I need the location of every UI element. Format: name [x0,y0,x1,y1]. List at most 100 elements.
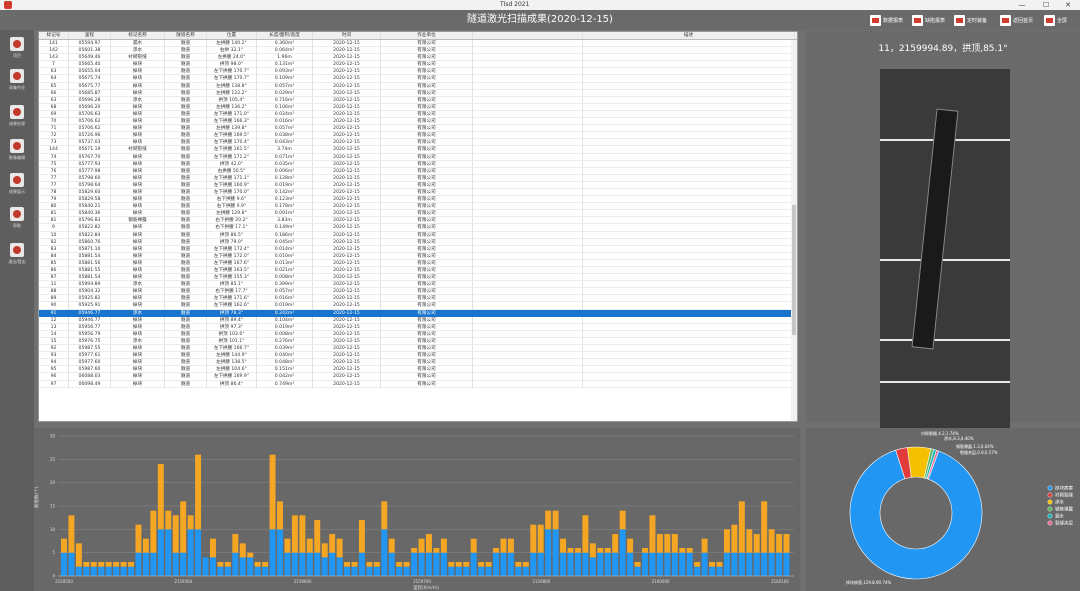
sidebar-item-results[interactable]: 成果展示 [2,170,32,200]
bar-segment-掉块[interactable] [761,552,768,576]
bar-segment-掉块[interactable] [135,552,142,576]
table-row[interactable]: 75 05777.93 掉块 隧道 拱顶 42.0° 0.035m² 2020-12-15 有… [39,160,797,168]
bar-segment-漏水[interactable] [776,534,783,553]
bar-segment-掉块[interactable] [366,566,373,576]
bar-segment-漏水[interactable] [388,538,395,553]
legend-label[interactable]: 渗水 [1055,499,1064,506]
table-row[interactable]: 89 05925.82 掉块 隧道 左下拱腰 171.6° 0.016m² 2020-12-… [39,295,797,303]
bar-segment-漏水[interactable] [679,548,686,553]
bar-segment-漏水[interactable] [83,562,90,567]
bar-segment-漏水[interactable] [746,529,753,553]
table-row[interactable]: 9 05822.82 掉块 隧道 右下拱腰 17.1° 0.149m² 2020-12-15… [39,224,797,232]
bar-segment-漏水[interactable] [262,562,269,567]
bar-segment-掉块[interactable] [709,566,716,576]
table-row[interactable]: 64 05675.74 掉块 隧道 左下拱腰 170.7° 0.109m² 2020-12-… [39,75,797,83]
table-row[interactable]: 82 05860.76 掉块 隧道 拱顶 79.0° 0.045m² 2020-12-15 有… [39,238,797,246]
table-row[interactable]: 65 05675.77 掉块 隧道 左拱腰 138.8° 0.057m² 2020-12-1… [39,82,797,90]
bar-segment-漏水[interactable] [306,538,313,553]
bar-segment-掉块[interactable] [679,552,686,576]
table-row[interactable]: 83 05871.10 掉块 隧道 左下拱腰 172.4° 0.014m² 2020-12-… [39,245,797,253]
sidebar-item-edit[interactable]: 影像编辑 [2,136,32,166]
bar-segment-掉块[interactable] [604,552,611,576]
bar-segment-掉块[interactable] [284,552,291,576]
bar-segment-漏水[interactable] [113,562,120,567]
bar-segment-掉块[interactable] [83,566,90,576]
bar-segment-掉块[interactable] [239,557,246,576]
sidebar-item-process[interactable]: 成果处理 [2,102,32,132]
table-row[interactable]: 15 05976.75 渗水 隧道 拱顶 101.1° 0.276m² 2020-12-15… [39,337,797,346]
bar-segment-漏水[interactable] [470,538,477,553]
bar-segment-漏水[interactable] [485,562,492,567]
table-row[interactable]: 81 05840.36 掉块 隧道 左拱腰 129.8° 0.091m² 2020-12-1… [39,210,797,218]
bar-segment-漏水[interactable] [783,534,790,553]
bar-segment-漏水[interactable] [239,543,246,558]
bar-segment-漏水[interactable] [120,562,127,567]
legend-label[interactable]: 掉块病害 [1055,485,1073,492]
bar-segment-掉块[interactable] [738,552,745,576]
col-header[interactable]: 位置 [207,32,257,39]
bar-segment-漏水[interactable] [537,524,544,553]
table-row[interactable]: 96 06088.03 掉块 隧道 左下拱腰 169.9° 0.042m² 2020-12-… [39,373,797,381]
table-row[interactable]: 14 05956.79 掉块 隧道 拱顶 103.6° 0.008m² 2020-12-15… [39,330,797,338]
bar-segment-掉块[interactable] [664,552,671,576]
bar-segment-掉块[interactable] [776,552,783,576]
close-button[interactable]: ✕ [1056,0,1080,10]
bar-segment-漏水[interactable] [75,543,82,567]
bar-segment-掉块[interactable] [61,552,67,576]
bar-segment-漏水[interactable] [597,548,604,553]
bar-segment-漏水[interactable] [731,524,738,553]
bar-segment-掉块[interactable] [567,552,574,576]
bar-segment-漏水[interactable] [381,501,388,530]
bar-segment-掉块[interactable] [321,557,328,576]
bar-segment-漏水[interactable] [61,538,67,553]
bar-segment-漏水[interactable] [567,548,574,553]
table-row[interactable]: 7 05665.40 掉块 隧道 拱顶 98.0° 0.131m² 2020-12-15 有限… [39,61,797,69]
bar-segment-掉块[interactable] [440,552,447,576]
bar-segment-掉块[interactable] [455,566,462,576]
bar-segment-掉块[interactable] [254,566,261,576]
bar-segment-掉块[interactable] [716,566,723,576]
bar-segment-掉块[interactable] [493,552,499,576]
bar-segment-漏水[interactable] [105,562,112,567]
table-row[interactable]: 95 05987.60 掉块 隧道 左拱腰 104.6° 0.151m² 2020-12-1… [39,366,797,374]
bar-segment-漏水[interactable] [478,562,485,567]
table-row[interactable]: 86 05881.55 掉块 隧道 左下拱腰 163.5° 0.021m² 2020-12-… [39,267,797,275]
bar-segment-掉块[interactable] [403,566,410,576]
legend-label[interactable]: 裂缝夹层 [1055,520,1073,527]
bar-segment-掉块[interactable] [589,557,596,576]
bar-segment-掉块[interactable] [656,552,663,576]
bar-segment-漏水[interactable] [224,562,231,567]
bar-segment-漏水[interactable] [277,501,283,530]
bar-segment-掉块[interactable] [187,529,194,576]
bar-segment-漏水[interactable] [418,538,425,553]
bar-segment-漏水[interactable] [671,534,678,553]
bar-segment-漏水[interactable] [426,534,432,553]
bar-segment-掉块[interactable] [694,566,701,576]
table-row[interactable]: 94 05977.60 掉块 隧道 左拱腰 138.5° 0.048m² 2020-12-1… [39,359,797,367]
scrollbar-thumb[interactable] [792,205,796,335]
legend-label[interactable]: 漏水 [1055,513,1064,520]
table-row[interactable]: 12 05946.77 掉块 隧道 拱顶 89.4° 0.104m² 2020-12-15 有… [39,316,797,324]
col-header[interactable]: 隧道名称 [165,32,207,39]
bar-segment-漏水[interactable] [165,510,172,530]
bar-segment-掉块[interactable] [612,552,619,576]
bar-segment-漏水[interactable] [180,501,187,553]
table-row[interactable]: 142 05601.38 渗水 隧道 右拱 32.1° 0.064m² 2020-12-15… [39,47,797,55]
bar-segment-掉块[interactable] [448,566,455,576]
bar-segment-掉块[interactable] [209,557,216,576]
table-row[interactable]: 141 05594.97 漏水 隧道 左拱腰 140.2° 0.360m² 2020-12-… [39,40,797,48]
table-row[interactable]: 92 05987.55 掉块 隧道 左下拱腰 166.7° 0.039m² 2020-12-… [39,345,797,353]
bar-segment-漏水[interactable] [269,454,276,530]
bar-segment-漏水[interactable] [68,515,75,553]
minimize-button[interactable]: — [1010,0,1034,10]
table-row[interactable]: 78 05829.60 掉块 隧道 左下拱腰 170.0° 0.142m² 2020-12-… [39,188,797,197]
bar-segment-掉块[interactable] [98,566,105,576]
bar-segment-漏水[interactable] [723,529,730,553]
bar-segment-掉块[interactable] [224,566,231,576]
table-row[interactable]: 93 05977.61 掉块 隧道 左拱腰 144.9° 0.040m² 2020-12-1… [39,352,797,360]
bar-segment-掉块[interactable] [686,552,693,576]
bar-segment-漏水[interactable] [560,538,567,553]
table-row[interactable]: 91 05946.77 渗水 隧道 拱顶 78.3° 0.242m² 2020-12-15 有… [39,309,797,317]
bar-segment-掉块[interactable] [113,566,120,576]
bar-segment-掉块[interactable] [537,552,544,576]
